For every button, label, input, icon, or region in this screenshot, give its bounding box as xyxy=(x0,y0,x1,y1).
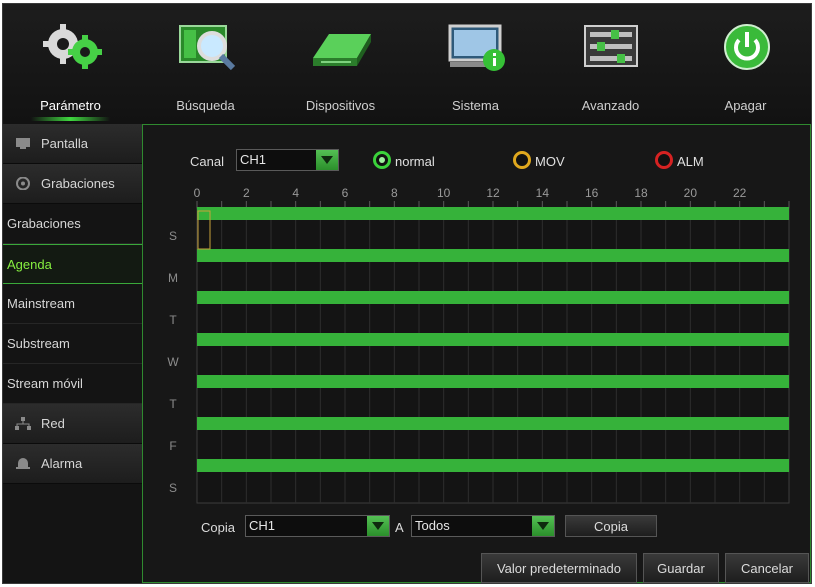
day-label: S xyxy=(169,229,177,243)
hour-label: 2 xyxy=(243,186,250,200)
nav-label: Apagar xyxy=(724,98,767,113)
recording-bar xyxy=(197,291,789,304)
recording-bar xyxy=(197,249,789,262)
hour-label: 4 xyxy=(292,186,299,200)
recording-bar xyxy=(197,375,789,388)
sidebar-item-grabaciones-group[interactable]: Grabaciones xyxy=(3,164,143,204)
hour-label: 6 xyxy=(342,186,349,200)
dvr-settings-screen: Parámetro Búsqueda Dispositivos Sistema … xyxy=(2,3,812,584)
chevron-down-icon xyxy=(367,516,389,536)
hour-label: 10 xyxy=(437,186,451,200)
sidebar-item-alarma[interactable]: Alarma xyxy=(3,444,143,484)
hour-label: 14 xyxy=(536,186,550,200)
day-label: T xyxy=(169,313,177,327)
hour-label: 12 xyxy=(486,186,500,200)
sidebar: Pantalla Grabaciones Grabaciones Agenda … xyxy=(3,124,143,583)
nav-label: Sistema xyxy=(452,98,499,113)
copy-button[interactable]: Copia xyxy=(565,515,657,537)
nav-item-sistema[interactable]: Sistema xyxy=(408,4,543,124)
copy-from-value: CH1 xyxy=(249,518,276,533)
hour-label: 0 xyxy=(194,186,201,200)
sidebar-item-label: Pantalla xyxy=(41,136,88,151)
copy-to-select[interactable]: Todos xyxy=(411,515,555,537)
nav-item-dispositivos[interactable]: Dispositivos xyxy=(273,4,408,124)
search-icon xyxy=(179,25,236,71)
recording-bar xyxy=(197,207,789,220)
sidebar-item-red[interactable]: Red xyxy=(3,404,143,444)
power-icon xyxy=(724,24,770,70)
hour-label: 22 xyxy=(733,186,747,200)
copy-label: Copia xyxy=(201,520,235,535)
alarm-icon xyxy=(16,458,30,469)
nav-label: Avanzado xyxy=(581,98,640,113)
sidebar-item-label: Mainstream xyxy=(7,296,75,311)
copy-to-label: A xyxy=(395,520,404,535)
top-navigation: Parámetro Búsqueda Dispositivos Sistema … xyxy=(3,4,811,124)
copy-to-value: Todos xyxy=(415,518,450,533)
nav-label: Parámetro xyxy=(40,98,101,113)
nav-item-parametro[interactable]: Parámetro xyxy=(3,4,138,124)
sidebar-item-label: Stream móvil xyxy=(7,376,83,391)
network-icon xyxy=(15,417,31,430)
default-button[interactable]: Valor predeterminado xyxy=(481,553,637,583)
sidebar-item-label: Grabaciones xyxy=(41,176,115,191)
sidebar-item-agenda[interactable]: Agenda xyxy=(3,244,143,284)
sidebar-item-label: Alarma xyxy=(41,456,83,471)
hard-disk-icon xyxy=(313,34,371,66)
hour-label: 18 xyxy=(634,186,648,200)
schedule-panel: Canal CH1 normal MOV ALM 0 2 4 6 8 10 12 14 16 18… xyxy=(142,124,811,583)
hour-label: 16 xyxy=(585,186,599,200)
display-icon xyxy=(16,138,30,149)
day-label: T xyxy=(169,397,177,411)
sidebar-item-label: Agenda xyxy=(7,257,52,272)
cancel-button[interactable]: Cancelar xyxy=(725,553,809,583)
sidebar-item-grabaciones[interactable]: Grabaciones xyxy=(3,204,143,244)
sidebar-item-label: Substream xyxy=(7,336,70,351)
nav-item-avanzado[interactable]: Avanzado xyxy=(543,4,678,124)
sidebar-item-mainstream[interactable]: Mainstream xyxy=(3,284,143,324)
monitor-info-icon xyxy=(448,24,505,71)
day-label: M xyxy=(168,271,178,285)
recording-bar xyxy=(197,459,789,472)
sidebar-item-label: Red xyxy=(41,416,65,431)
sliders-icon xyxy=(584,25,638,67)
hour-label: 20 xyxy=(684,186,698,200)
chevron-down-icon xyxy=(532,516,554,536)
recording-bar xyxy=(197,333,789,346)
day-label: F xyxy=(169,439,176,453)
copy-from-select[interactable]: CH1 xyxy=(245,515,390,537)
sidebar-item-substream[interactable]: Substream xyxy=(3,324,143,364)
recording-bar xyxy=(197,417,789,430)
day-label: W xyxy=(167,355,179,369)
hour-label: 8 xyxy=(391,186,398,200)
day-label: S xyxy=(169,481,177,495)
nav-label: Dispositivos xyxy=(305,98,376,113)
nav-item-busqueda[interactable]: Búsqueda xyxy=(138,4,273,124)
nav-item-apagar[interactable]: Apagar xyxy=(678,4,811,124)
gears-icon xyxy=(43,24,102,69)
save-button[interactable]: Guardar xyxy=(643,553,719,583)
sidebar-item-pantalla[interactable]: Pantalla xyxy=(3,124,143,164)
nav-label: Búsqueda xyxy=(176,98,235,113)
sidebar-item-stream-movil[interactable]: Stream móvil xyxy=(3,364,143,404)
sidebar-item-label: Grabaciones xyxy=(7,216,81,231)
record-icon xyxy=(16,177,30,190)
